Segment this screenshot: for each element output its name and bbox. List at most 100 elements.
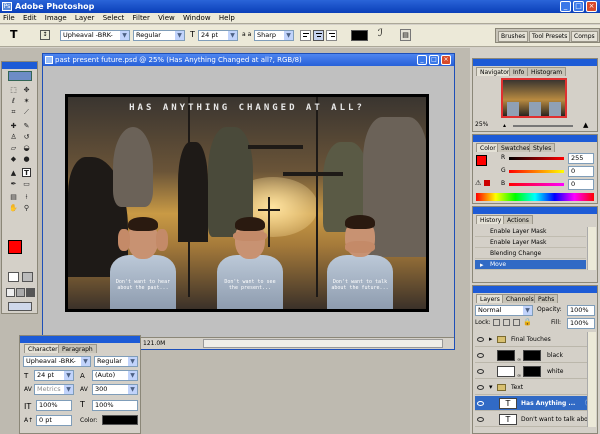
clone-stamp-icon[interactable]: ♙ [9,133,18,142]
eye-icon[interactable] [477,401,484,406]
align-left-icon[interactable] [300,30,311,41]
navigator-zoom-value[interactable]: 25% [475,121,488,128]
paint-bucket-icon[interactable]: ◒ [22,144,31,153]
crop-tool-icon[interactable]: ⌗ [9,108,18,117]
tab-comps[interactable]: Comps [571,31,598,42]
brush-tool-icon[interactable]: ✎ [22,122,31,131]
gamut-swatch[interactable] [484,180,490,186]
eyedropper-icon[interactable]: ⟊ [22,193,31,202]
hand-tool-icon[interactable]: ✋ [9,204,18,213]
font-style-select[interactable]: Regular ▼ [133,30,185,41]
character-leading-select[interactable]: (Auto) ▼ [92,370,138,381]
tab-actions[interactable]: Actions [503,215,533,224]
lasso-tool-icon[interactable]: ℓ [9,97,18,106]
align-right-icon[interactable] [326,30,337,41]
font-size-select[interactable]: 24 pt ▼ [198,30,238,41]
tab-brushes[interactable]: Brushes [498,31,529,42]
character-font-style-select[interactable]: Regular ▼ [94,356,138,367]
tab-history[interactable]: History [476,215,506,224]
canvas-area[interactable]: HAS ANYTHING CHANGED AT ALL? Don't want … [43,66,454,337]
character-font-family-select[interactable]: Upheaval -BRK- ▼ [23,356,91,367]
menu-help[interactable]: Help [216,13,238,24]
font-family-select[interactable]: Upheaval -BRK- ▼ [60,30,130,41]
gamut-warning-icon[interactable]: ⚠ [475,179,481,187]
menu-window[interactable]: Window [180,13,214,24]
navigator-panel-header[interactable] [473,59,597,66]
menu-edit[interactable]: Edit [20,13,40,24]
blur-tool-icon[interactable]: ◆ [9,155,18,164]
path-selection-icon[interactable]: ▲ [9,169,18,178]
color-spectrum-bar[interactable] [476,193,594,201]
character-kerning-select[interactable]: Metrics ▼ [34,384,74,395]
zoom-in-icon[interactable]: ▲ [583,121,588,129]
palettes-toggle-icon[interactable]: ▤ [400,29,411,41]
jump-to-imageready-icon[interactable] [8,302,32,311]
tab-info[interactable]: Info [509,67,529,76]
navigator-thumbnail[interactable] [501,78,567,118]
healing-brush-icon[interactable]: ✚ [9,122,18,131]
tab-paragraph[interactable]: Paragraph [58,344,97,353]
tab-histogram[interactable]: Histogram [527,67,567,76]
tab-paths[interactable]: Paths [534,294,559,303]
notes-tool-icon[interactable]: ▤ [9,193,18,202]
tab-layers[interactable]: Layers [476,294,504,303]
lock-transparency-icon[interactable] [493,319,500,326]
type-tool-icon[interactable]: T [22,168,31,177]
artwork-image[interactable]: HAS ANYTHING CHANGED AT ALL? Don't want … [65,94,429,312]
pen-tool-icon[interactable]: ✒ [9,180,18,189]
horizontal-scrollbar[interactable] [203,339,443,348]
doc-maximize-button[interactable]: □ [429,55,439,65]
character-tracking-select[interactable]: 300 ▼ [92,384,138,395]
history-item[interactable]: Enable Layer Mask [475,238,586,248]
screen-mode-full-menu-icon[interactable] [16,288,25,297]
adobe-online-icon[interactable] [8,71,32,81]
character-baseline-input[interactable]: 0 pt [36,415,72,426]
tab-navigator[interactable]: Navigator [476,67,514,76]
history-item-current[interactable]: Move [475,260,586,270]
menu-select[interactable]: Select [100,13,128,24]
standard-mode-icon[interactable] [8,272,19,282]
tab-tool-presets[interactable]: Tool Presets [529,31,571,42]
menu-view[interactable]: View [155,13,178,24]
maximize-button[interactable]: □ [573,1,584,12]
color-g-input[interactable]: 0 [568,166,594,177]
color-r-slider[interactable] [509,157,564,160]
tab-character[interactable]: Character [24,344,62,353]
history-panel-header[interactable] [473,207,597,214]
type-tool-preset-icon[interactable]: T [10,28,18,41]
expand-arrow-icon[interactable]: ▾ [489,380,493,395]
character-vertical-scale-input[interactable]: 100% [36,400,72,411]
eraser-tool-icon[interactable]: ▱ [9,144,18,153]
layers-scrollbar[interactable] [587,332,596,427]
menu-file[interactable]: File [0,13,18,24]
magic-wand-icon[interactable]: ✶ [22,97,31,106]
document-title-bar[interactable]: past present future.psd @ 25% (Has Anyth… [43,54,454,66]
layer-has-anything-selected[interactable]: T Has Anything ... ⓕ [475,396,596,411]
tab-styles[interactable]: Styles [529,143,556,152]
lock-all-icon[interactable]: 🔒 [523,318,532,326]
eye-icon[interactable] [477,385,484,390]
zoom-tool-icon[interactable]: ⚲ [22,204,31,213]
layer-white[interactable]: ∞ white [475,364,596,379]
eye-icon[interactable] [477,369,484,374]
text-color-swatch[interactable] [351,30,368,41]
warp-text-icon[interactable]: ℐ [378,28,383,39]
shape-tool-icon[interactable]: ▭ [22,180,31,189]
foreground-color-swatch[interactable] [8,240,22,254]
close-button[interactable]: × [586,1,597,12]
color-g-slider[interactable] [509,170,564,173]
zoom-slider[interactable] [513,125,573,127]
toolbox-header[interactable] [2,62,37,69]
marquee-tool-icon[interactable]: ⬚ [9,86,18,95]
color-b-input[interactable]: 0 [568,179,594,190]
menu-filter[interactable]: Filter [130,13,153,24]
doc-close-button[interactable]: × [441,55,451,65]
history-item[interactable]: Blending Change [475,249,586,259]
screen-mode-full-icon[interactable] [26,288,35,297]
character-horizontal-scale-input[interactable]: 100% [92,400,138,411]
eye-icon[interactable] [477,417,484,422]
layer-group-final-touches[interactable]: ▸ Final Touches [475,332,596,347]
layers-panel-header[interactable] [473,286,597,293]
expand-arrow-icon[interactable]: ▸ [489,332,493,347]
tab-channels[interactable]: Channels [502,294,538,303]
